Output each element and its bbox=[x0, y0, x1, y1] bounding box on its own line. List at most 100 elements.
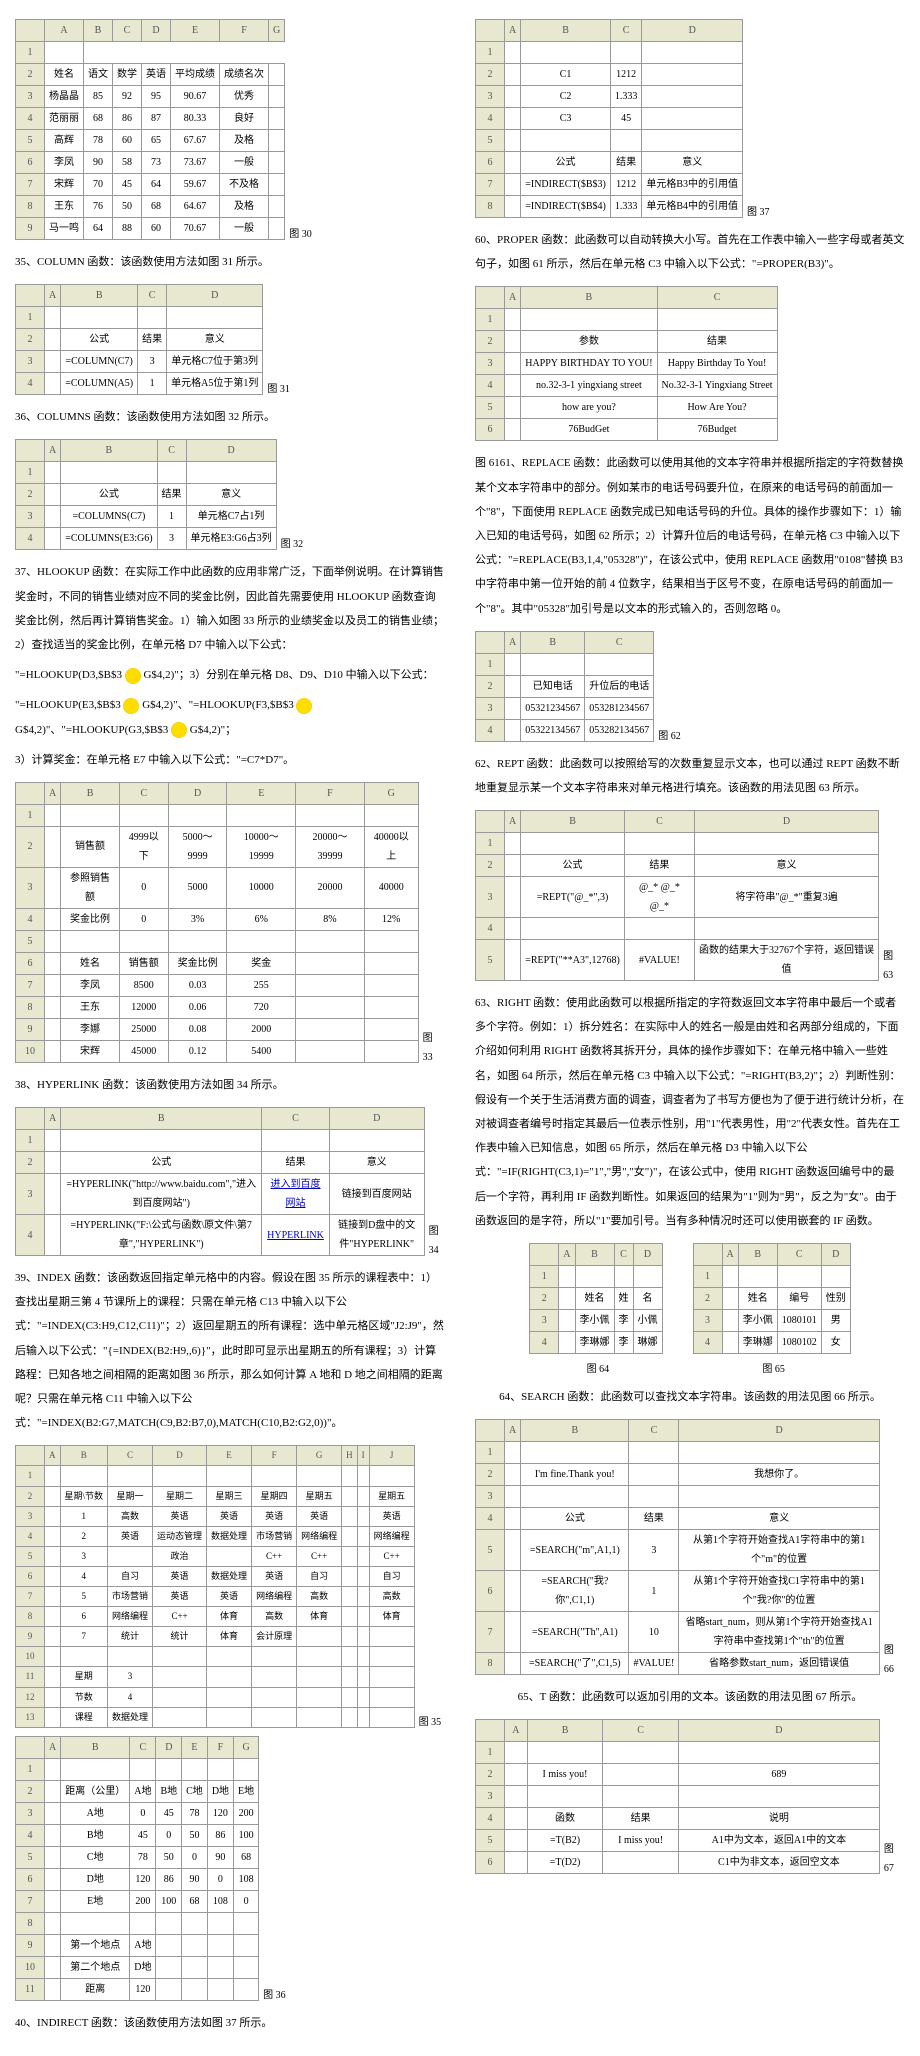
cell: 星期三 bbox=[207, 1486, 252, 1506]
cell bbox=[138, 307, 167, 329]
cell: 数学 bbox=[113, 64, 142, 86]
cell: 星期\节数 bbox=[60, 1486, 108, 1506]
col-header: G bbox=[364, 782, 418, 804]
cell bbox=[252, 1647, 297, 1667]
cell: 英语 bbox=[153, 1506, 207, 1526]
cell: 1 bbox=[16, 1758, 45, 1780]
cell: 体育 bbox=[369, 1607, 414, 1627]
cell: 1 bbox=[476, 653, 505, 675]
cell: =COLUMNS(E3:G6) bbox=[61, 528, 157, 550]
cell bbox=[505, 877, 521, 918]
cell: 12000 bbox=[119, 996, 168, 1018]
cell bbox=[505, 1764, 528, 1786]
cell: 70 bbox=[84, 174, 113, 196]
cell bbox=[45, 1956, 61, 1978]
cell: C2 bbox=[521, 86, 611, 108]
emoji-icon bbox=[125, 668, 141, 684]
col-header bbox=[16, 1736, 45, 1758]
cell: 高数 bbox=[369, 1587, 414, 1607]
cell: 64.67 bbox=[171, 196, 220, 218]
cell: 10000～19999 bbox=[227, 826, 296, 867]
cell: 4 bbox=[16, 1526, 45, 1546]
col-header: G bbox=[234, 1736, 259, 1758]
cell bbox=[505, 375, 521, 397]
cell: 7 bbox=[16, 974, 45, 996]
cell: 公式 bbox=[61, 329, 138, 351]
cell: 200 bbox=[234, 1802, 259, 1824]
col-header: A bbox=[505, 287, 521, 309]
cell bbox=[603, 1764, 679, 1786]
cell: HAPPY BIRTHDAY TO YOU! bbox=[521, 353, 657, 375]
cell: 053281234567 bbox=[585, 697, 654, 719]
col-header: F bbox=[296, 782, 365, 804]
col-header bbox=[476, 1720, 505, 1742]
cell bbox=[45, 1647, 61, 1667]
cell: 1.333 bbox=[610, 86, 642, 108]
cell: 11 bbox=[16, 1667, 45, 1687]
col-header: D bbox=[679, 1420, 879, 1442]
cell bbox=[186, 462, 276, 484]
cell: 9 bbox=[16, 218, 45, 240]
emoji-icon bbox=[296, 698, 312, 714]
cell: 4 bbox=[16, 1215, 45, 1256]
cell bbox=[269, 130, 285, 152]
cell bbox=[207, 1934, 233, 1956]
cell bbox=[45, 1846, 61, 1868]
cell bbox=[505, 64, 521, 86]
cell: 4 bbox=[16, 1824, 45, 1846]
cell: 网络编程 bbox=[252, 1587, 297, 1607]
cell: 0 bbox=[119, 908, 168, 930]
cell bbox=[722, 1331, 738, 1353]
cell: 网络编程 bbox=[297, 1526, 342, 1546]
cell: 星期五 bbox=[369, 1486, 414, 1506]
cell bbox=[505, 940, 521, 981]
cell: 25000 bbox=[119, 1018, 168, 1040]
cell: 6 bbox=[476, 152, 505, 174]
cell: 73.67 bbox=[171, 152, 220, 174]
p37c-line: "=HLOOKUP(E3,$B$3 G$4,2)"、"=HLOOKUP(F3,$… bbox=[15, 693, 445, 741]
col-header bbox=[16, 440, 45, 462]
cell: 78 bbox=[130, 1846, 156, 1868]
cell: 2 bbox=[530, 1287, 559, 1309]
cell: 2 bbox=[476, 855, 505, 877]
cell bbox=[505, 196, 521, 218]
cell bbox=[153, 1707, 207, 1727]
cell bbox=[505, 331, 521, 353]
cell bbox=[153, 1466, 207, 1486]
col-header: C bbox=[130, 1736, 156, 1758]
cell bbox=[364, 1040, 418, 1062]
cell: 第一个地点 bbox=[61, 1934, 130, 1956]
fig35-table: ABCDEFGHIJ12星期\节数星期一星期二星期三星期四星期五星期五31高数英… bbox=[15, 1445, 415, 1727]
cell: 05321234567 bbox=[521, 697, 585, 719]
cell: how are you? bbox=[521, 397, 657, 419]
cell: 奖金 bbox=[227, 952, 296, 974]
cell: 0.03 bbox=[168, 974, 227, 996]
cell: C地 bbox=[61, 1846, 130, 1868]
cell bbox=[505, 174, 521, 196]
cell: 2 bbox=[60, 1526, 108, 1546]
col-header: B bbox=[521, 811, 625, 833]
p37b: G$4,2)"；3）分别在单元格 D8、D9、D10 中输入以下公式： bbox=[143, 669, 433, 681]
cell: 8 bbox=[476, 196, 505, 218]
cell: How Are You? bbox=[657, 397, 777, 419]
cell: 结果 bbox=[603, 1808, 679, 1830]
cell: =REPT("**A3",12768) bbox=[521, 940, 625, 981]
col-header: D bbox=[694, 811, 878, 833]
cell bbox=[657, 309, 777, 331]
cell: 20000～39999 bbox=[296, 826, 365, 867]
cell: 90 bbox=[207, 1846, 233, 1868]
cell bbox=[521, 1486, 629, 1508]
cell bbox=[505, 1486, 521, 1508]
cell: 11 bbox=[16, 1978, 45, 2000]
col-header: C bbox=[119, 782, 168, 804]
cell: 5 bbox=[476, 130, 505, 152]
cell bbox=[119, 930, 168, 952]
cell: 1 bbox=[476, 1442, 505, 1464]
cell bbox=[369, 1667, 414, 1687]
cell: 8 bbox=[16, 1607, 45, 1627]
cell: 3 bbox=[16, 351, 45, 373]
cell bbox=[296, 1040, 365, 1062]
cell: 50 bbox=[156, 1846, 182, 1868]
cell: 单元格E3:G6占3列 bbox=[186, 528, 276, 550]
cell: 2 bbox=[693, 1287, 722, 1309]
